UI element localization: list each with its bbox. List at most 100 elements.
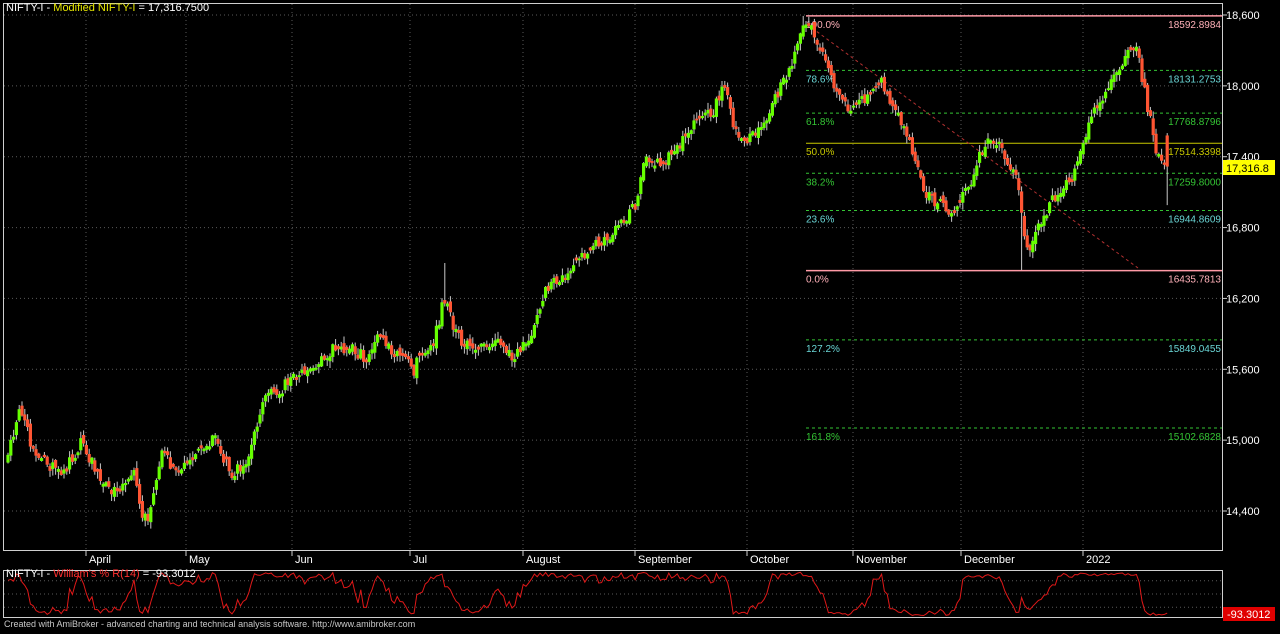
title-separator: -: [44, 2, 54, 14]
candle-body: [476, 346, 480, 350]
candle-body: [1134, 46, 1138, 52]
candle-body: [804, 24, 808, 29]
candle-body: [846, 104, 850, 112]
candle-body: [429, 345, 433, 351]
candle-body: [336, 346, 340, 350]
candle-body: [199, 445, 203, 449]
candle-body: [126, 478, 130, 482]
candle-body: [583, 253, 587, 259]
x-tick-label: Jun: [295, 554, 313, 566]
chart-root: 100.0% 18592.8984 78.6% 18131.2753 61.8% 1776…: [0, 0, 1280, 629]
candle-body: [983, 146, 987, 157]
candle-body: [387, 343, 391, 349]
candle-body: [1090, 116, 1094, 124]
candle-body: [661, 161, 665, 165]
candle-body: [1162, 162, 1166, 165]
candle-body: [1154, 133, 1158, 154]
candle-body: [1137, 48, 1141, 58]
candle: [160, 448, 164, 470]
candle-body: [1020, 191, 1024, 213]
candle-body: [670, 149, 674, 155]
candle-body: [96, 468, 100, 472]
chart-canvas[interactable]: 100.0% 18592.898478.6% 18131.275361.8% 1776…: [0, 0, 1280, 629]
candle-body: [874, 85, 878, 88]
candle-body: [734, 126, 738, 130]
candle-body: [23, 414, 27, 421]
candle-body: [801, 25, 805, 37]
candle-body: [283, 379, 287, 391]
candle: [1022, 211, 1026, 240]
candle-body: [269, 388, 273, 395]
fib-value-label: 18592.8984: [1168, 20, 1221, 31]
candle-body: [154, 480, 158, 490]
candle-body: [1034, 231, 1038, 245]
fib-value-label: 16435.7813: [1168, 275, 1221, 286]
candle-body: [784, 79, 788, 83]
candle-body: [712, 115, 716, 118]
candle-body: [812, 22, 816, 38]
candle-body: [863, 94, 867, 103]
candle-body: [852, 105, 856, 108]
candle-body: [202, 448, 206, 452]
candle-body: [742, 137, 746, 141]
y-tick-label: 18,600: [1226, 10, 1260, 22]
candle-body: [966, 186, 970, 190]
candle-body: [594, 240, 598, 247]
candle-body: [82, 435, 86, 444]
candle-body: [664, 162, 668, 165]
candle-body: [933, 192, 937, 207]
candle-body: [297, 375, 301, 378]
candle-body: [107, 481, 111, 487]
candle-body: [465, 340, 469, 350]
candle-body: [555, 276, 559, 285]
candle-body: [87, 454, 91, 463]
candle-body: [1101, 100, 1105, 104]
candle-body: [1076, 161, 1080, 166]
candle-body: [1109, 79, 1113, 90]
candle-body: [280, 393, 284, 397]
candle-body: [468, 338, 472, 347]
candle-body: [474, 349, 478, 353]
candle-body: [588, 247, 592, 251]
candle-body: [894, 104, 898, 111]
candle-body: [527, 340, 531, 346]
candle-body: [129, 475, 133, 481]
candle-body: [955, 206, 959, 210]
fib-ratio-label: 61.8%: [806, 117, 834, 128]
fib-value-label: 17768.8796: [1168, 117, 1221, 128]
candle-body: [496, 338, 500, 343]
candle-body: [98, 469, 102, 481]
candle-body: [790, 65, 794, 69]
candle-body: [1042, 215, 1046, 226]
candle-body: [857, 99, 861, 105]
candle-body: [927, 192, 931, 201]
fib-ratio-label: 0.0%: [806, 275, 829, 286]
candle-body: [728, 97, 732, 109]
candle-body: [714, 98, 718, 117]
candle-body: [1095, 105, 1099, 109]
y-tick-label: 14,400: [1226, 506, 1260, 518]
candle-body: [961, 191, 965, 203]
candle-body: [787, 67, 791, 77]
candle-body: [168, 457, 172, 469]
candle-body: [1017, 178, 1021, 191]
footer-credit: Created with AmiBroker - advanced charti…: [4, 619, 416, 629]
candle-body: [328, 356, 332, 362]
candle-body: [1011, 169, 1015, 173]
candle-body: [289, 377, 293, 386]
candle-body: [877, 82, 881, 86]
wr-badge-label: -93.3012: [1227, 609, 1270, 621]
candle-body: [1106, 88, 1110, 91]
candle-body: [112, 486, 116, 497]
candle-body: [1146, 84, 1150, 113]
candle-body: [1081, 142, 1085, 155]
candle-body: [163, 450, 167, 454]
candle-body: [42, 454, 46, 458]
candle-body: [958, 199, 962, 203]
candle-body: [860, 96, 864, 100]
candle-body: [1008, 164, 1012, 170]
candle-body: [698, 115, 702, 119]
candle-body: [1045, 215, 1049, 219]
candle-body: [751, 131, 755, 136]
candle-body: [121, 483, 125, 491]
